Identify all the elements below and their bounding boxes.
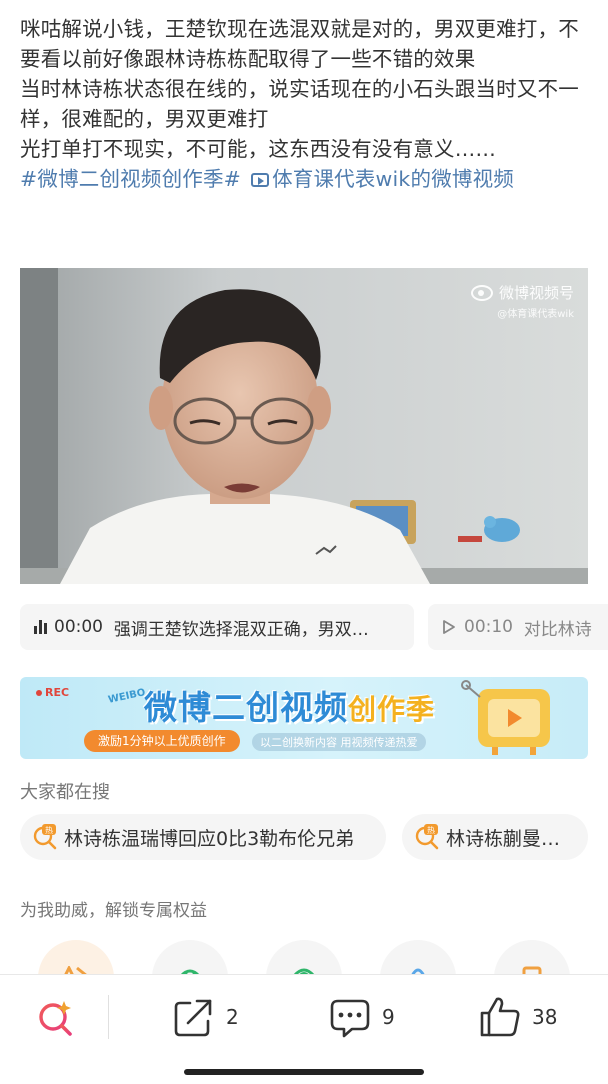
svg-text:热: 热 — [427, 825, 435, 835]
promo-banner[interactable]: REC WEIBO 微博二创视频创作季 激励1分钟以上优质创作 以二创换新内容 … — [20, 677, 588, 759]
banner-subtitle: 以二创换新内容 用视频传递热爱 — [252, 733, 426, 751]
cheer-item[interactable] — [152, 940, 228, 975]
bottom-action-bar: 2 9 38 — [0, 974, 608, 1084]
audio-bars-icon — [34, 620, 47, 634]
hot-search-text: 林诗栋温瑞博回应0比3勒布伦兄弟 — [64, 827, 355, 850]
chapter-item[interactable]: 00:10 对比林诗 — [428, 604, 608, 650]
search-section-title: 大家都在搜 — [20, 782, 110, 803]
post-paragraph-3: 光打单打不现实，不可能，这东西没有没有意义…… — [20, 137, 497, 161]
hashtag-link[interactable]: #微博二创视频创作季# — [20, 164, 241, 194]
hot-search-chip[interactable]: 热 林诗栋温瑞博回应0比3勒布伦兄弟 — [20, 814, 386, 860]
video-link-icon — [251, 173, 270, 187]
banner-title-accent: 创作季 — [348, 693, 436, 726]
play-outline-icon — [443, 620, 455, 634]
cheer-item[interactable] — [494, 940, 570, 975]
tag-line: #微博二创视频创作季# 体育课代表wik的微博视频 — [20, 164, 596, 194]
cheer-item[interactable] — [38, 940, 114, 975]
hot-search-chip[interactable]: 热 林诗栋蒯曼… — [402, 814, 588, 860]
rec-label: REC — [36, 686, 69, 699]
hot-search-text: 林诗栋蒯曼… — [446, 827, 561, 850]
divider — [108, 995, 109, 1039]
hot-search-icon: 热 — [33, 824, 57, 850]
watermark-title: 微博视频号 — [498, 284, 574, 302]
comment-button[interactable]: 9 — [328, 995, 395, 1039]
video-watermark: 微博视频号 @体育课代表wik — [470, 282, 574, 320]
comment-icon — [330, 999, 370, 1038]
svg-text:热: 热 — [45, 825, 53, 835]
chapter-time: 00:10 — [464, 617, 513, 637]
tv-mascot-icon — [461, 680, 550, 755]
like-button[interactable]: 38 — [478, 995, 557, 1039]
repost-button[interactable]: 2 — [172, 995, 239, 1039]
ai-search-icon — [39, 1001, 72, 1036]
cheer-section-title: 为我助威，解锁专属权益 — [20, 901, 207, 921]
video-chapters: 00:00 强调王楚钦选择混双正确，男双… 00:10 对比林诗 — [20, 604, 608, 650]
video-player[interactable]: 微博视频号 @体育课代表wik — [20, 268, 588, 584]
comment-count: 9 — [382, 1005, 395, 1029]
banner-pill: 激励1分钟以上优质创作 — [84, 730, 240, 752]
weibo-tag: WEIBO — [107, 687, 147, 706]
repost-icon — [174, 999, 212, 1037]
chapter-time: 00:00 — [54, 617, 103, 637]
cheer-item[interactable] — [266, 940, 342, 975]
repost-count: 2 — [226, 1005, 239, 1029]
post-paragraph-1: 咪咕解说小钱，王楚钦现在选混双就是对的，男双更难打，不要看以前好像跟林诗栋栋配取… — [20, 17, 579, 71]
chapter-text: 对比林诗 — [523, 619, 592, 640]
thumbs-up-icon — [480, 997, 520, 1037]
banner-title: 微博二创视频创作季 — [144, 681, 435, 729]
watermark-account: @体育课代表wik — [497, 309, 574, 320]
post-paragraph-2: 当时林诗栋状态很在线的，说实话现在的小石头跟当时又不一样，很难配的，男双更难打 — [20, 77, 579, 131]
like-count: 38 — [532, 1005, 558, 1029]
banner-title-main: 微博二创视频 — [144, 688, 348, 727]
weibo-eye-icon — [470, 284, 493, 301]
video-link[interactable]: 体育课代表wik的微博视频 — [272, 164, 514, 194]
post-text: 咪咕解说小钱，王楚钦现在选混双就是对的，男双更难打，不要看以前好像跟林诗栋栋配取… — [20, 14, 596, 194]
chapter-item[interactable]: 00:00 强调王楚钦选择混双正确，男双… — [20, 604, 414, 650]
hot-search-icon: 热 — [415, 824, 439, 850]
search-button[interactable] — [34, 995, 78, 1039]
chapter-text: 强调王楚钦选择混双正确，男双… — [113, 619, 369, 640]
cheer-item[interactable] — [380, 940, 456, 975]
cheer-row — [0, 935, 608, 975]
home-indicator — [184, 1069, 424, 1075]
